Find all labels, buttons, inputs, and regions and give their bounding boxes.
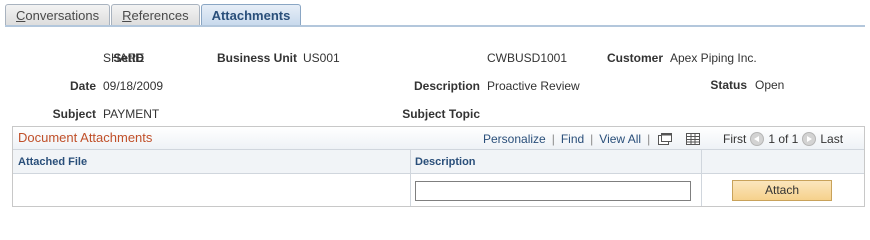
pager-count: 1 of 1: [768, 132, 799, 146]
tab-bar: Conversations References Attachments: [5, 4, 302, 26]
status-label: Status: [710, 78, 747, 92]
tab-divider: [5, 25, 865, 27]
column-divider: [410, 150, 411, 206]
personalize-link[interactable]: Personalize: [483, 132, 546, 146]
subject-topic-label: Subject Topic: [402, 107, 480, 121]
toolbar-separator: |: [551, 132, 555, 146]
description-input[interactable]: [415, 181, 691, 201]
attach-button[interactable]: Attach: [732, 180, 832, 201]
previous-page-icon[interactable]: [750, 132, 765, 146]
find-link[interactable]: Find: [561, 132, 584, 146]
customer-value: Apex Piping Inc.: [670, 51, 757, 65]
description-value: Proactive Review: [487, 79, 580, 93]
pager-first[interactable]: First: [723, 132, 746, 146]
customer-label: Customer: [606, 51, 663, 65]
setid-value: SHARE: [103, 51, 145, 65]
date-value: 09/18/2009: [103, 79, 164, 93]
subject-value: PAYMENT: [103, 107, 160, 121]
status-value: Open: [755, 78, 785, 92]
download-grid-icon[interactable]: [686, 133, 701, 145]
new-window-icon[interactable]: [658, 133, 673, 145]
grid-title: Document Attachments: [18, 130, 153, 145]
description-label: Description: [413, 79, 480, 93]
business-unit-code: CWBUSD1001: [487, 51, 568, 65]
pager: First 1 of 1 Last: [723, 132, 843, 146]
column-header-action: [701, 150, 864, 174]
grid-header-bar: Document Attachments Personalize | Find …: [13, 127, 864, 150]
grid-toolbar: Personalize | Find | View All |: [483, 132, 712, 146]
toolbar-separator: |: [647, 132, 651, 146]
column-header-attached-file: Attached File: [13, 150, 410, 174]
date-label: Date: [69, 79, 96, 93]
pager-last[interactable]: Last: [820, 132, 843, 146]
subject-label: Subject: [52, 107, 96, 121]
tab-attachments[interactable]: Attachments: [200, 4, 302, 26]
column-divider: [701, 150, 702, 206]
tab-conversations[interactable]: Conversations: [5, 4, 111, 26]
toolbar-separator: |: [590, 132, 594, 146]
tab-references[interactable]: References: [111, 4, 200, 26]
column-header-description: Description: [410, 150, 701, 174]
business-unit-value: US001: [303, 51, 340, 65]
next-page-icon[interactable]: [802, 132, 817, 146]
view-all-link[interactable]: View All: [599, 132, 641, 146]
business-unit-label: Business Unit: [216, 51, 297, 65]
document-attachments-grid: Document Attachments Personalize | Find …: [12, 126, 865, 207]
